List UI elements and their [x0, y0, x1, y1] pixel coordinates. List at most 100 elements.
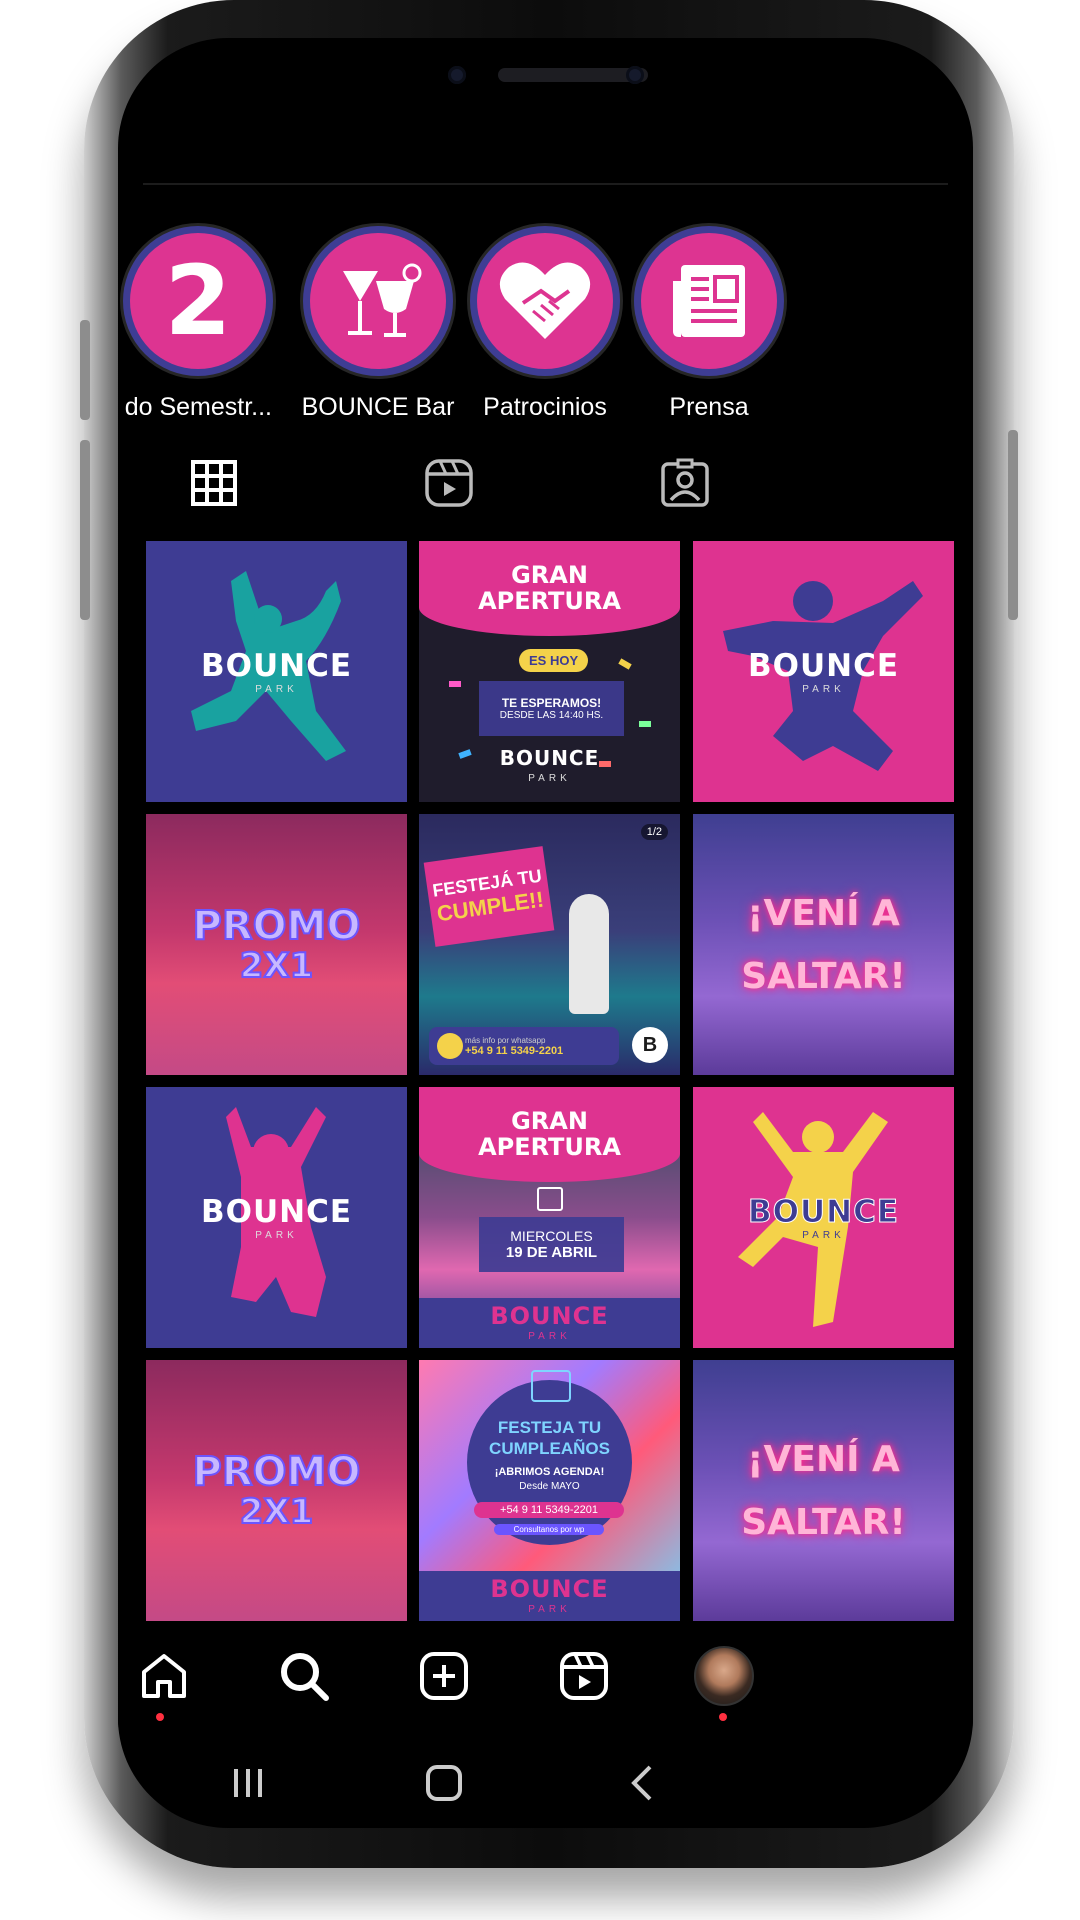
reels-icon: [425, 459, 473, 507]
whatsapp-info: más info por whatsapp: [465, 1035, 546, 1045]
camera-sensor-right: [626, 66, 644, 84]
es-hoy-badge: ES HOY: [519, 649, 589, 672]
post-festeja-cumple[interactable]: 1/2 FESTEJÁ TU CUMPLE!! más info por wha…: [419, 814, 680, 1075]
promo-text: PROMO: [192, 902, 362, 949]
veni-line2: SALTAR!: [741, 955, 906, 997]
highlight-prensa[interactable]: Prensa: [609, 223, 809, 422]
post-bounce-logo-blue[interactable]: BOUNCE PARK: [693, 541, 954, 802]
park-label: PARK: [802, 684, 845, 695]
bounce-logo: BOUNCE: [490, 1575, 609, 1603]
highlight-label: do Semestr...: [124, 393, 272, 421]
park-label: PARK: [528, 773, 571, 784]
post-festeja-cumpleanos[interactable]: FESTEJA TU CUMPLEAÑOS ¡ABRIMOS AGENDA! D…: [419, 1360, 680, 1621]
home-square-icon: [426, 1765, 462, 1801]
profile-tabs: [118, 438, 973, 528]
nav-create[interactable]: [414, 1646, 474, 1706]
search-icon: [281, 1653, 329, 1701]
image-counter: 1/2: [640, 824, 668, 840]
post-gran-apertura-fecha[interactable]: GRAN APERTURA MIERCOLES 19 DE ABRIL BOUN…: [419, 1087, 680, 1348]
veni-line1: ¡VENÍ A: [747, 892, 900, 934]
post-promo-2x1[interactable]: PROMO 2X1: [146, 1360, 407, 1621]
whatsapp-icon: [437, 1033, 463, 1059]
gran-title-line2: APERTURA: [478, 586, 621, 615]
tab-tagged[interactable]: [655, 453, 715, 513]
veni-line2: SALTAR!: [741, 1501, 906, 1543]
bounce-logo: BOUNCE: [200, 648, 353, 684]
desde-hora-text: DESDE LAS 14:40 HS.: [499, 710, 604, 721]
newspaper-icon: [673, 265, 745, 337]
reels-icon: [560, 1652, 608, 1700]
highlight-label: Prensa: [669, 393, 749, 421]
day-text: MIERCOLES: [510, 1228, 593, 1244]
park-label: PARK: [528, 1604, 571, 1615]
highlight-semestre[interactable]: 2 do Semestr...: [118, 223, 298, 422]
side-button: [1008, 430, 1018, 620]
back-button[interactable]: [612, 1758, 672, 1808]
notification-dot: [719, 1713, 727, 1721]
desde-mayo-text: Desde MAYO: [519, 1481, 580, 1492]
veni-line1: ¡VENÍ A: [747, 1438, 900, 1480]
tagged-person-icon: [661, 458, 709, 507]
cocktail-glasses-icon: [343, 263, 422, 337]
te-esperamos-text: TE ESPERAMOS!: [501, 696, 602, 710]
volume-button: [80, 320, 90, 420]
cake-icon: [531, 1370, 571, 1402]
festeja-cumple-line2: CUMPLEAÑOS: [489, 1439, 610, 1458]
promo-2x1-text: 2X1: [239, 945, 315, 986]
post-promo-2x1[interactable]: PROMO 2X1: [146, 814, 407, 1075]
nav-reels[interactable]: [554, 1646, 614, 1706]
recent-apps-icon: [234, 1769, 262, 1797]
tab-posts-grid[interactable]: [184, 453, 244, 513]
home-icon: [142, 1654, 186, 1698]
park-label: PARK: [528, 1331, 571, 1342]
profile-avatar: [694, 1646, 754, 1706]
bounce-logo: BOUNCE: [747, 648, 900, 684]
gran-title-line1: GRAN: [511, 1107, 588, 1136]
consultanos-text: Consultanos por wp: [494, 1524, 604, 1535]
tab-reels[interactable]: [419, 453, 479, 513]
agenda-text: ¡ABRIMOS AGENDA!: [494, 1466, 605, 1478]
camera-sensor-left: [448, 66, 466, 84]
promo-2x1-text: 2X1: [239, 1491, 315, 1532]
bounce-mini-logo: B: [632, 1027, 668, 1063]
recent-apps-button[interactable]: [218, 1758, 278, 1808]
home-button[interactable]: [414, 1758, 474, 1808]
date-text: 19 DE ABRIL: [505, 1244, 598, 1261]
nav-profile[interactable]: [694, 1646, 754, 1706]
handshake-heart-icon: [499, 262, 591, 339]
story-highlights: 2 do Semestr... BOUNCE Bar Patrocinios P…: [118, 183, 973, 423]
notification-dot: [156, 1713, 164, 1721]
phone-screen: 2 do Semestr... BOUNCE Bar Patrocinios P…: [118, 38, 973, 1828]
bounce-logo: BOUNCE: [490, 1302, 609, 1330]
back-chevron-icon: [631, 1765, 652, 1801]
festeja-cumple-line1: FESTEJA TU: [497, 1418, 602, 1437]
create-post-icon: [420, 1652, 468, 1700]
gran-title-line2: APERTURA: [478, 1132, 621, 1161]
park-label: PARK: [802, 1230, 845, 1241]
whatsapp-phone: +54 9 11 5349-2201: [465, 1044, 564, 1057]
park-label: PARK: [255, 684, 298, 695]
post-bounce-logo-yellow[interactable]: BOUNCE PARK: [693, 1087, 954, 1348]
park-label: PARK: [255, 1230, 298, 1241]
nav-search[interactable]: [274, 1646, 334, 1706]
system-navigation: [118, 1738, 973, 1828]
birthday-card: [467, 1380, 632, 1545]
gran-title-line1: GRAN: [511, 561, 588, 590]
bottom-navigation: [118, 1628, 973, 1728]
post-veni-a-saltar[interactable]: ¡VENÍ A SALTAR!: [693, 1360, 954, 1621]
gran-apertura-header: GRAN APERTURA: [419, 1087, 680, 1182]
promo-text: PROMO: [192, 1448, 362, 1495]
nav-home[interactable]: [134, 1646, 194, 1706]
bounce-logo: BOUNCE: [747, 1194, 900, 1231]
post-veni-a-saltar[interactable]: ¡VENÍ A SALTAR!: [693, 814, 954, 1075]
post-gran-apertura-hoy[interactable]: GRAN APERTURA ES HOY TE ESPERAMOS! DESDE…: [419, 541, 680, 802]
gran-apertura-header: GRAN APERTURA: [419, 541, 680, 636]
calendar-icon: [537, 1187, 563, 1211]
number-2-icon: 2: [164, 245, 232, 357]
cumple-phone: +54 9 11 5349-2201: [474, 1502, 624, 1518]
post-bounce-logo-pink[interactable]: BOUNCE PARK: [146, 1087, 407, 1348]
power-button: [80, 440, 90, 620]
grid-icon: [191, 460, 237, 506]
bounce-logo: BOUNCE: [200, 1194, 353, 1230]
post-bounce-logo-teal[interactable]: BOUNCE PARK: [146, 541, 407, 802]
